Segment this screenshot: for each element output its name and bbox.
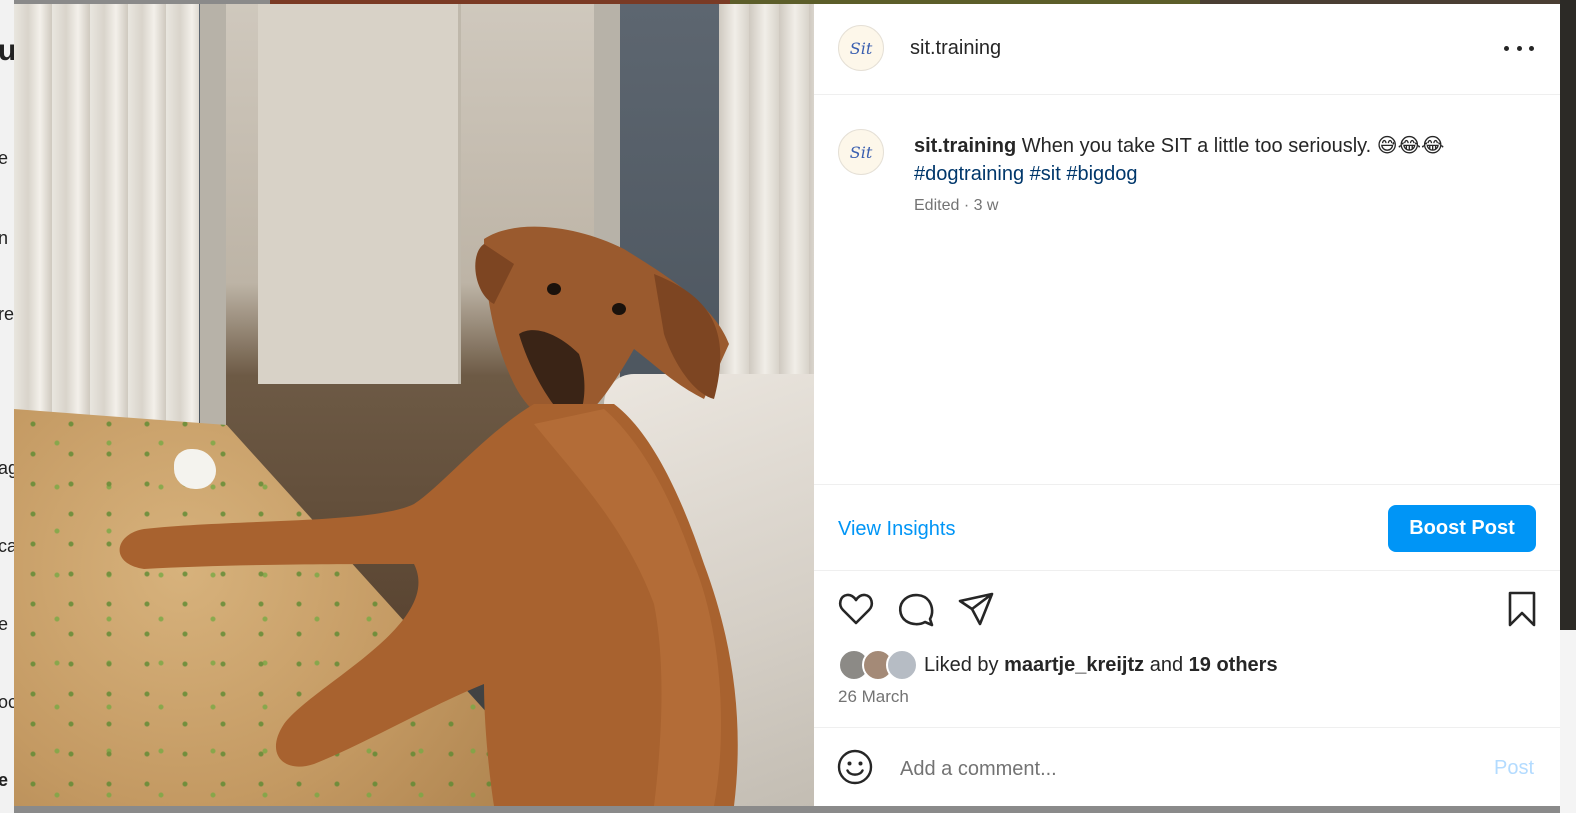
background-text: e — [0, 148, 9, 168]
background-text: oc — [0, 692, 14, 712]
post-photo[interactable] — [14, 4, 814, 806]
more-options-icon[interactable] — [1504, 36, 1534, 60]
heart-icon[interactable] — [836, 589, 876, 629]
background-text: e — [0, 614, 9, 634]
caption-username-link[interactable]: sit.training — [914, 135, 1016, 157]
comment-icon[interactable] — [896, 589, 936, 629]
hashtag-link[interactable]: #dogtraining — [914, 163, 1024, 185]
boost-post-button[interactable]: Boost Post — [1388, 505, 1536, 552]
avatar-logo: Sit — [849, 38, 873, 58]
liked-others-link[interactable]: 19 others — [1189, 654, 1278, 676]
post-date[interactable]: 26 March — [838, 687, 909, 707]
user-avatar[interactable]: Sit — [838, 25, 884, 71]
background-text: n — [0, 228, 9, 248]
hashtag-link[interactable]: #sit — [1030, 163, 1061, 185]
send-icon[interactable] — [956, 589, 996, 629]
view-insights-link[interactable]: View Insights — [838, 518, 955, 541]
likes-summary: Liked by maartje_kreijtz and 19 others — [838, 649, 1278, 681]
post-actions — [814, 589, 1560, 629]
likes-text: Liked by maartje_kreijtz and 19 others — [924, 654, 1278, 677]
bookmark-icon[interactable] — [1502, 589, 1542, 629]
background-text: ag — [0, 458, 14, 478]
background-text: u — [0, 34, 14, 67]
background-text: e — [0, 770, 9, 790]
liker-avatars[interactable] — [838, 649, 918, 681]
post-modal: Sit sit.training Sit sit.training When y… — [14, 4, 1560, 806]
liker-username-link[interactable]: maartje_kreijtz — [1004, 654, 1144, 676]
caption-avatar[interactable]: Sit — [838, 129, 884, 175]
header-username-link[interactable]: sit.training — [910, 37, 1001, 60]
background-text: ca — [0, 536, 14, 556]
background-text: re — [0, 304, 14, 324]
emoji-icon[interactable] — [836, 748, 874, 786]
post-details-panel: Sit sit.training Sit sit.training When y… — [814, 4, 1560, 806]
liked-by-prefix: Liked by — [924, 653, 999, 676]
hashtag-link[interactable]: #bigdog — [1066, 163, 1137, 185]
post-header: Sit sit.training — [814, 4, 1560, 95]
photo-dog — [119, 226, 738, 806]
background-left-edge: u e n re ag ca e oc e — [0, 0, 14, 813]
liked-by-and: and — [1149, 653, 1184, 676]
post-comment-button[interactable]: Post — [1494, 757, 1534, 780]
liker-avatar[interactable] — [886, 649, 918, 681]
insights-bar: View Insights Boost Post — [814, 484, 1560, 571]
post-caption: Sit sit.training When you take SIT a lit… — [814, 94, 1560, 484]
caption-text-block: sit.training When you take SIT a little … — [914, 132, 1514, 188]
avatar-logo: Sit — [849, 142, 873, 162]
comment-input[interactable] — [898, 750, 1462, 788]
comment-bar: Post — [814, 727, 1560, 807]
caption-text: When you take SIT a little too seriously… — [1021, 135, 1445, 157]
caption-edited-timestamp: Edited · 3 w — [914, 197, 999, 214]
background-right-edge — [1560, 630, 1576, 813]
